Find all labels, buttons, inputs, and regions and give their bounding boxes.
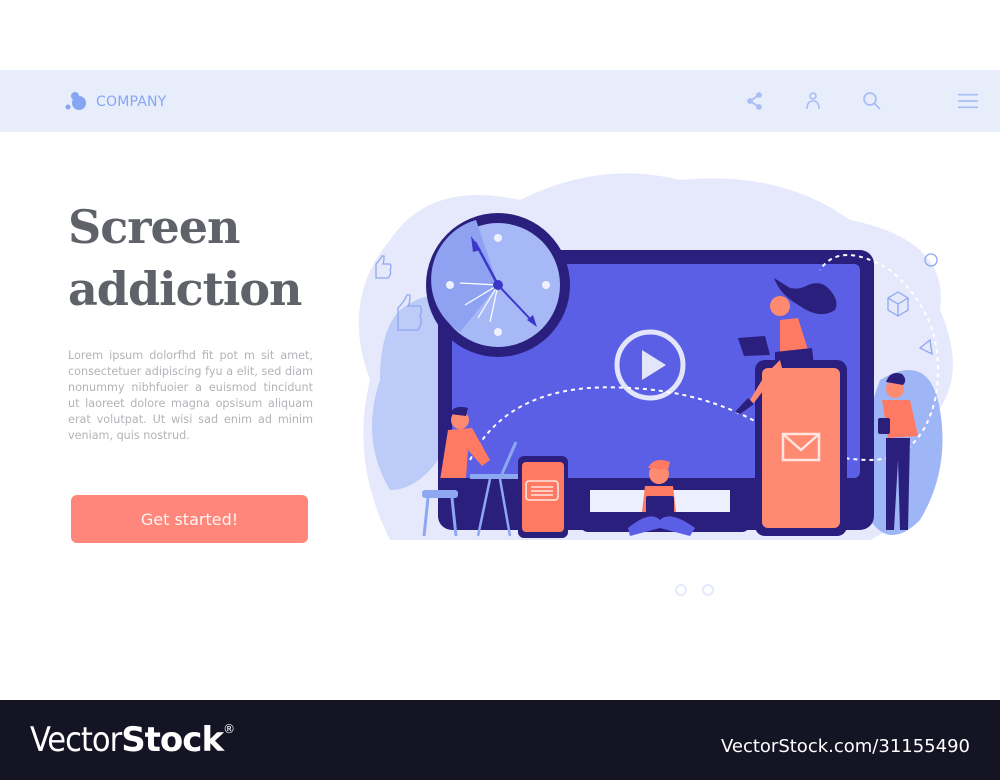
brand-bold: Stock — [121, 720, 224, 760]
carousel-dot-2[interactable] — [702, 584, 714, 596]
brand-mark: ® — [223, 722, 235, 736]
logo-icon — [65, 92, 86, 110]
headline-line-1: Screen — [68, 200, 240, 254]
get-started-button[interactable]: Get started! — [71, 495, 308, 543]
navbar: COMPANY — [0, 70, 1000, 132]
brand-light: Vector — [30, 720, 122, 760]
hero-illustration — [358, 173, 953, 541]
company-logo[interactable]: COMPANY — [64, 90, 166, 114]
clock-icon — [426, 213, 570, 357]
menu-icon[interactable] — [958, 91, 980, 111]
logo-text: COMPANY — [96, 94, 167, 110]
footer-brand: VectorStock® — [30, 720, 235, 760]
hero-description: Lorem ipsum dolorfhd fit pot m sit amet,… — [68, 349, 313, 442]
user-icon[interactable] — [803, 91, 823, 111]
share-icon[interactable] — [745, 91, 765, 111]
search-icon[interactable] — [862, 91, 882, 111]
headline-line-2: addiction — [68, 262, 302, 316]
page-title: Screen addiction — [68, 196, 358, 320]
footer-watermark: VectorStock® VectorStock.com/31155490 — [0, 700, 1000, 780]
image-id: VectorStock.com/31155490 — [720, 736, 970, 757]
carousel-dot-1[interactable] — [675, 584, 687, 596]
